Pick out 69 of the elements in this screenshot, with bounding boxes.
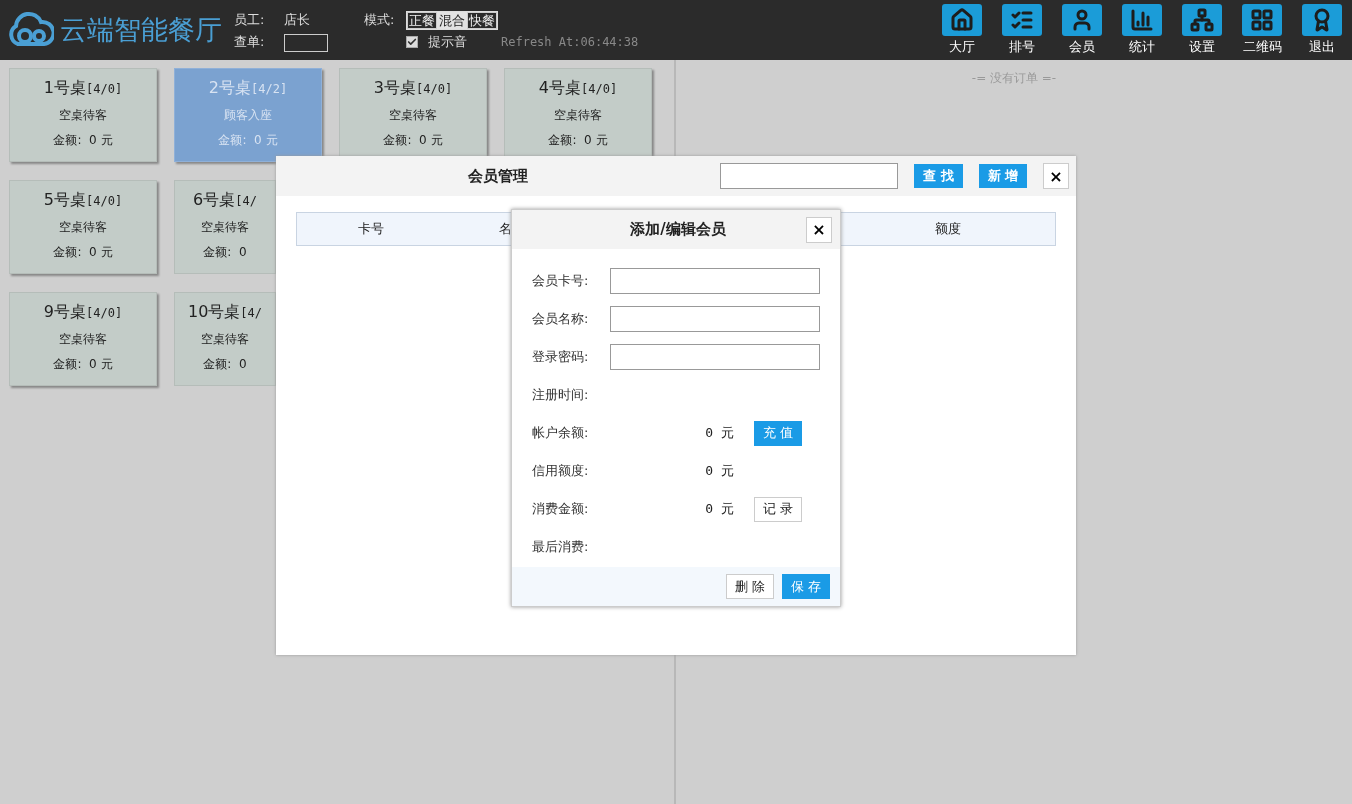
- column-header: 卡号: [357, 220, 385, 238]
- table-status: 空桌待客: [59, 331, 107, 348]
- column-header: 名: [497, 220, 513, 238]
- table-status: 顾客入座: [224, 107, 272, 124]
- table-status: 空桌待客: [389, 107, 437, 124]
- field-label: 登录密码:: [532, 348, 590, 366]
- table-amount: 金额: 0: [203, 356, 247, 373]
- order-lookup-label: 查单:: [234, 33, 266, 51]
- table-status: 空桌待客: [59, 219, 107, 236]
- table-card[interactable]: 9号桌[4/0] 空桌待客 金额: 0 元: [9, 292, 157, 386]
- close-button[interactable]: ×: [806, 216, 832, 243]
- delete-button[interactable]: 删 除: [725, 574, 774, 599]
- action-button[interactable]: 记 录: [754, 496, 803, 522]
- staff-label: 员工:: [234, 11, 266, 29]
- amount-value: 0 元: [704, 462, 734, 480]
- table-name: 9号桌[4/0]: [43, 302, 123, 323]
- staff-name: 店长: [284, 11, 311, 29]
- mode-tab[interactable]: 快餐: [467, 11, 497, 29]
- table-amount: 金额: 0 元: [53, 132, 113, 149]
- sound-label: 提示音: [428, 33, 467, 51]
- table-card[interactable]: 5号桌[4/0] 空桌待客 金额: 0 元: [9, 180, 157, 274]
- field-label: 消费金额:: [532, 500, 590, 518]
- order-lookup-field[interactable]: [284, 33, 328, 52]
- table-status: 空桌待客: [59, 107, 107, 124]
- table-amount: 金额: 0 元: [218, 132, 278, 149]
- table-status: 空桌待客: [201, 331, 249, 348]
- dialog-title: 添加/编辑会员: [629, 220, 727, 239]
- mode-tab[interactable]: 正餐: [407, 11, 437, 29]
- refresh-time: Refresh At:06:44:38: [501, 35, 639, 49]
- table-status: 空桌待客: [554, 107, 602, 124]
- input-field[interactable]: [610, 344, 820, 370]
- table-status: 空桌待客: [201, 219, 249, 236]
- field-label: 最后消费:: [532, 538, 590, 556]
- field-label: 会员名称:: [532, 310, 590, 328]
- input-field[interactable]: [610, 268, 820, 294]
- amount-value: 0 元: [704, 424, 734, 442]
- table-name: 6号桌[4/: [193, 190, 257, 211]
- table-amount: 金额: 0 元: [53, 244, 113, 261]
- table-name: 2号桌[4/2]: [208, 78, 288, 99]
- table-card[interactable]: 10号桌[4/ 空桌待客 金额: 0: [174, 292, 276, 386]
- table-name: 4号桌[4/0]: [538, 78, 618, 99]
- sitemap-icon: [1190, 8, 1214, 32]
- table-card[interactable]: 1号桌[4/0] 空桌待客 金额: 0 元: [9, 68, 157, 162]
- table-card[interactable]: 6号桌[4/ 空桌待客 金额: 0: [174, 180, 276, 274]
- field-label: 帐户余额:: [532, 424, 590, 442]
- table-amount: 金额: 0 元: [383, 132, 443, 149]
- table-name: 1号桌[4/0]: [43, 78, 123, 99]
- search-field[interactable]: [720, 163, 898, 189]
- field-label: 会员卡号:: [532, 272, 590, 290]
- field-label: 注册时间:: [532, 386, 590, 404]
- table-name: 3号桌[4/0]: [373, 78, 453, 99]
- column-header: 额度: [934, 220, 962, 238]
- grid-icon: [1250, 8, 1274, 32]
- mode-tab[interactable]: 混合: [437, 11, 467, 29]
- app-title: 云端智能餐厅: [60, 13, 222, 47]
- dialog-title: 会员管理: [467, 166, 529, 186]
- mode-label: 模式:: [364, 11, 396, 29]
- sound-checkbox[interactable]: [406, 36, 418, 48]
- table-amount: 金额: 0 元: [548, 132, 608, 149]
- input-field[interactable]: [610, 306, 820, 332]
- close-button[interactable]: ×: [1043, 163, 1069, 189]
- field-label: 信用额度:: [532, 462, 590, 480]
- table-amount: 金额: 0: [203, 244, 247, 261]
- table-name: 10号桌[4/: [187, 302, 262, 323]
- amount-value: 0 元: [704, 500, 734, 518]
- home-icon: [950, 8, 974, 32]
- bar-chart-icon: [1130, 8, 1154, 32]
- table-name: 5号桌[4/0]: [43, 190, 123, 211]
- table-amount: 金额: 0 元: [53, 356, 113, 373]
